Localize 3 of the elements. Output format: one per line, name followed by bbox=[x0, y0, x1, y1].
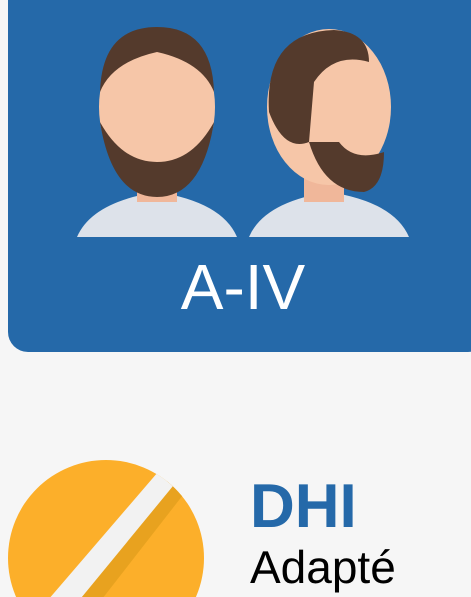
grade-label: A-IV bbox=[180, 255, 306, 319]
technique-title: DHI bbox=[250, 476, 358, 538]
technique-description: Adapté bbox=[250, 544, 396, 590]
